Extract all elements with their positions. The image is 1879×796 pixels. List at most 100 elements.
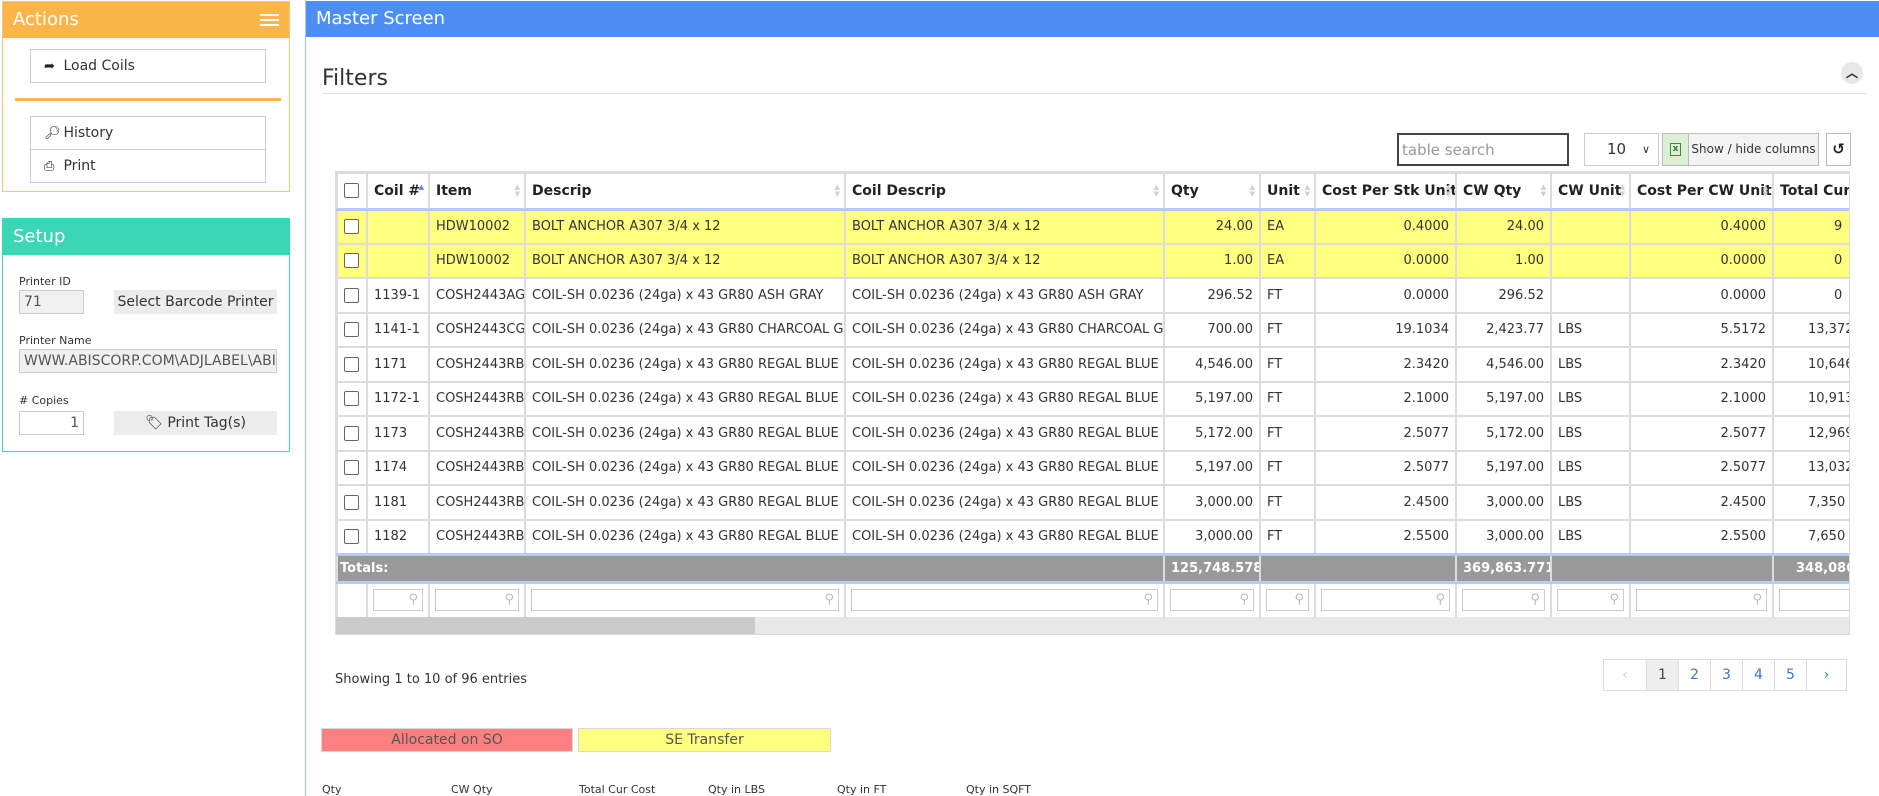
printer-id-field[interactable]: 71 [19, 290, 84, 314]
cell-item[interactable]: COSH2443AG [428, 277, 526, 314]
row-checkbox[interactable] [344, 253, 359, 269]
column-header-qty[interactable]: Qty ▲ ▼ [1163, 172, 1261, 211]
table-row[interactable]: HDW10002 BOLT ANCHOR A307 3/4 x 12 BOLT AN… [336, 208, 1849, 245]
filter-cw-qty-input[interactable]: ⚲ [1462, 589, 1545, 612]
sort-icon: ▲ ▼ [1762, 183, 1768, 198]
table-search-input[interactable] [1397, 133, 1569, 166]
column-header-descrip[interactable]: Descrip ▲ ▼ [524, 172, 846, 211]
history-button[interactable]: 🔎︎ History [30, 116, 266, 150]
cell-item[interactable]: HDW10002 [428, 242, 526, 279]
filter-item-input[interactable]: ⚲ [435, 589, 519, 612]
cell-coil[interactable] [366, 242, 430, 279]
print-button[interactable]: ⎙ Print [30, 149, 266, 183]
row-checkbox[interactable] [344, 219, 359, 234]
column-header-cost-per-cw-unit[interactable]: Cost Per CW Unit ▲ ▼ [1629, 172, 1774, 211]
cell-coil-descrip: COIL-SH 0.0236 (24ga) x 43 GR80 REGAL BL… [844, 518, 1165, 555]
export-excel-button[interactable]: x [1662, 133, 1689, 166]
column-header-cost-per-stk-unit[interactable]: Cost Per Stk Unit ▲ ▼ [1314, 172, 1457, 211]
pagination-prev[interactable]: ‹ [1604, 660, 1646, 690]
cell-coil[interactable]: 1173 [366, 415, 430, 452]
pagination-page-2[interactable]: 2 [1678, 660, 1710, 690]
chevron-up-icon[interactable]: ︿ [1841, 62, 1863, 84]
cell-descrip: COIL-SH 0.0236 (24ga) x 43 GR80 REGAL BL… [524, 346, 846, 383]
row-checkbox[interactable] [344, 460, 359, 476]
row-checkbox[interactable] [344, 356, 359, 372]
filter-total-cur-cost-input[interactable] [1779, 589, 1849, 612]
cell-coil[interactable]: 1182 [366, 518, 430, 555]
totals-total-cur-cost: 348,086 [1772, 552, 1849, 584]
select-all-header[interactable] [336, 172, 368, 211]
column-header-cw-qty[interactable]: CW Qty ▲ ▼ [1455, 172, 1552, 211]
filter-cost-per-stk-unit-input[interactable]: ⚲ [1321, 589, 1450, 612]
select-all-checkbox[interactable] [344, 183, 359, 199]
setup-title: Setup [3, 219, 289, 255]
show-hide-columns-button[interactable]: Show / hide columns [1689, 133, 1819, 166]
table-row[interactable]: 1181 COSH2443RB COIL-SH 0.0236 (24ga) x 43… [336, 484, 1849, 521]
page-length-select[interactable]: 10 ∨ [1584, 133, 1659, 166]
row-checkbox[interactable] [344, 287, 359, 303]
cell-coil[interactable]: 1171 [366, 346, 430, 383]
pagination-page-1[interactable]: 1 [1646, 660, 1678, 690]
pagination-page-4[interactable]: 4 [1742, 660, 1774, 690]
select-barcode-printer-button[interactable]: Select Barcode Printer [114, 290, 277, 314]
reset-icon[interactable]: ↺ [1826, 133, 1851, 166]
column-header-item[interactable]: Item ▲ ▼ [428, 172, 526, 211]
summary-label-total-cur-cost: Total Cur Cost [579, 783, 656, 796]
cell-coil[interactable]: 1181 [366, 484, 430, 521]
table-row[interactable]: 1173 COSH2443RB COIL-SH 0.0236 (24ga) x 43… [336, 415, 1849, 452]
pagination-next[interactable]: › [1806, 660, 1846, 690]
table-row[interactable]: 1171 COSH2443RB COIL-SH 0.0236 (24ga) x 43… [336, 346, 1849, 383]
cell-item[interactable]: COSH2443RB [428, 380, 526, 417]
cell-item[interactable]: HDW10002 [428, 208, 526, 245]
hamburger-icon[interactable] [260, 14, 279, 27]
cell-item[interactable]: COSH2443RB [428, 415, 526, 452]
print-tags-button[interactable]: 🏷︎ Print Tag(s) [114, 411, 277, 435]
filter-coil-input[interactable]: ⚲ [373, 589, 423, 612]
data-table: Coil # ▲ Item ▲ ▼ Descrip ▲ ▼ Coil Descrip ▲ ▼ … [336, 172, 1849, 619]
column-header-total-cur-cost[interactable]: Total Cur C [1772, 172, 1849, 211]
row-checkbox[interactable] [344, 529, 359, 544]
cell-item[interactable]: COSH2443CG [428, 311, 526, 348]
table-row[interactable]: 1174 COSH2443RB COIL-SH 0.0236 (24ga) x 43… [336, 449, 1849, 486]
filter-cw-unit-input[interactable]: ⚲ [1557, 589, 1624, 612]
cell-qty: 700.00 [1163, 311, 1261, 348]
cell-item[interactable]: COSH2443RB [428, 484, 526, 521]
filter-qty-input[interactable]: ⚲ [1170, 589, 1254, 612]
table-row[interactable]: 1172-1 COSH2443RB COIL-SH 0.0236 (24ga) x … [336, 380, 1849, 417]
cell-item[interactable]: COSH2443RB [428, 449, 526, 486]
table-row[interactable]: 1139-1 COSH2443AG COIL-SH 0.0236 (24ga) x … [336, 277, 1849, 314]
cell-item[interactable]: COSH2443RB [428, 346, 526, 383]
scrollbar-thumb[interactable] [336, 617, 755, 634]
load-coils-button[interactable]: ➦ Load Coils [30, 49, 266, 83]
filters-title: Filters [322, 66, 388, 91]
row-checkbox[interactable] [344, 425, 359, 441]
cell-coil[interactable]: 1139-1 [366, 277, 430, 314]
table-row[interactable]: 1182 COSH2443RB COIL-SH 0.0236 (24ga) x 43… [336, 518, 1849, 555]
row-checkbox[interactable] [344, 391, 359, 407]
cell-item[interactable]: COSH2443RB [428, 518, 526, 555]
row-checkbox[interactable] [344, 494, 359, 510]
filter-descrip-input[interactable]: ⚲ [531, 589, 839, 612]
sort-icon: ▲ ▼ [1153, 183, 1159, 198]
table-row[interactable]: 1141-1 COSH2443CG COIL-SH 0.0236 (24ga) x … [336, 311, 1849, 348]
column-header-unit[interactable]: Unit ▲ ▼ [1259, 172, 1316, 211]
pagination-page-3[interactable]: 3 [1710, 660, 1742, 690]
table-row[interactable]: HDW10002 BOLT ANCHOR A307 3/4 x 12 BOLT AN… [336, 242, 1849, 279]
horizontal-scrollbar[interactable] [336, 617, 1849, 634]
cell-coil[interactable] [366, 208, 430, 245]
cell-coil[interactable]: 1141-1 [366, 311, 430, 348]
cell-coil[interactable]: 1172-1 [366, 380, 430, 417]
pagination-page-5[interactable]: 5 [1774, 660, 1806, 690]
filter-coil-descrip-input[interactable]: ⚲ [851, 589, 1158, 612]
filter-cost-per-cw-unit-input[interactable]: ⚲ [1636, 589, 1767, 612]
legend-se-transfer: SE Transfer [578, 728, 831, 752]
filter-unit-input[interactable]: ⚲ [1266, 589, 1309, 612]
column-header-coil[interactable]: Coil # ▲ [366, 172, 430, 211]
copies-field[interactable]: 1 [19, 411, 84, 435]
cell-coil[interactable]: 1174 [366, 449, 430, 486]
printer-name-field[interactable]: WWW.ABISCORP.COM\ADJLABEL\ABIS [19, 349, 277, 373]
column-header-cw-unit[interactable]: CW Unit ▲ ▼ [1550, 172, 1631, 211]
cell-descrip: BOLT ANCHOR A307 3/4 x 12 [524, 242, 846, 279]
row-checkbox[interactable] [344, 322, 359, 338]
column-header-coil-descrip[interactable]: Coil Descrip ▲ ▼ [844, 172, 1165, 211]
